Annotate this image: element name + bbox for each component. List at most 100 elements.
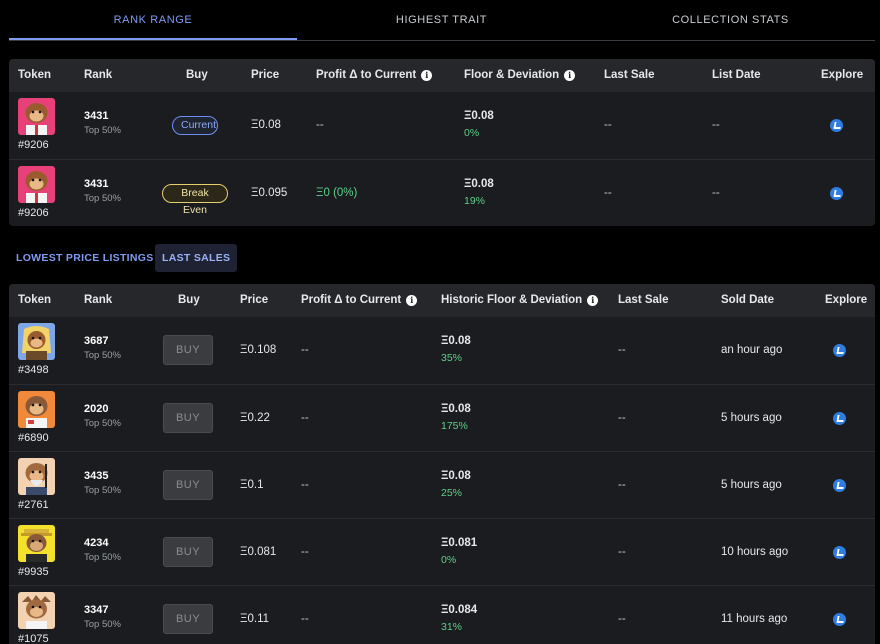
info-icon[interactable]: i [421, 69, 433, 81]
floor-deviation: 25% [441, 487, 463, 499]
historic-floor: Ξ0.084 [441, 604, 478, 616]
buy-button[interactable]: BUY [163, 470, 213, 500]
historic-floor: Ξ0.08 [441, 470, 471, 482]
table-row: #9935 4234 Top 50% BUY Ξ0.081 -- Ξ0.081 … [9, 518, 875, 585]
buy-button[interactable]: BUY [163, 403, 213, 433]
col-last-sale: Last Sale [618, 294, 669, 306]
main-tabs: RANK RANGE HIGHEST TRAIT COLLECTION STAT… [9, 0, 875, 41]
list-date: -- [712, 119, 720, 131]
token-avatar[interactable] [18, 166, 55, 203]
sold-date: 5 hours ago [721, 412, 782, 424]
col-historic-floor: Historic Floor & Deviation i [441, 294, 599, 306]
tab-lowest-price-listings[interactable]: LOWEST PRICE LISTINGS [9, 244, 161, 272]
col-profit-label: Profit Δ to Current [316, 69, 417, 81]
col-rank: Rank [84, 69, 113, 81]
token-id[interactable]: #9935 [18, 566, 49, 578]
profit: -- [301, 546, 309, 558]
floor-deviation: 0% [464, 127, 480, 139]
rank-percentile: Top 50% [84, 193, 121, 204]
token-id[interactable]: #6890 [18, 432, 49, 444]
floor-price: Ξ0.08 [464, 178, 494, 190]
sold-date: 11 hours ago [721, 613, 788, 625]
opensea-icon[interactable] [830, 119, 843, 132]
rank-range-table: Token Rank Buy Price Profit Δ to Current… [9, 59, 875, 226]
historic-floor: Ξ0.08 [441, 335, 471, 347]
last-sale: -- [618, 344, 626, 356]
token-avatar[interactable] [18, 592, 55, 629]
sold-date: 5 hours ago [721, 479, 782, 491]
token-id[interactable]: #9206 [18, 139, 49, 151]
col-profit: Profit Δ to Current i [301, 294, 418, 306]
opensea-icon[interactable] [830, 187, 843, 200]
opensea-icon[interactable] [833, 479, 846, 492]
table-header: Token Rank Buy Price Profit Δ to Current… [9, 59, 875, 92]
rank-value: 3431 [84, 178, 109, 190]
col-list-date: List Date [712, 69, 761, 81]
rank-value: 4234 [84, 537, 109, 549]
token-avatar[interactable] [18, 323, 55, 360]
col-floor-label: Floor & Deviation [464, 69, 560, 81]
sold-date: an hour ago [721, 344, 783, 356]
buy-button[interactable]: BUY [163, 537, 213, 567]
rank-percentile: Top 50% [84, 552, 121, 563]
price: Ξ0.08 [251, 119, 281, 131]
info-icon[interactable]: i [406, 294, 418, 306]
break-even-badge: Break Even [162, 184, 228, 216]
profit: -- [301, 344, 309, 356]
opensea-icon[interactable] [833, 344, 846, 357]
rank-value: 2020 [84, 403, 109, 415]
rank-value: 3687 [84, 335, 109, 347]
rank-value: 3347 [84, 604, 109, 616]
historic-floor: Ξ0.08 [441, 403, 471, 415]
token-id[interactable]: #1075 [18, 633, 49, 644]
profit: -- [301, 613, 309, 625]
table-row: #9206 3431 Top 50% Break Even Ξ0.095 Ξ0 … [9, 159, 875, 226]
info-icon[interactable]: i [587, 294, 599, 306]
col-last-sale: Last Sale [604, 69, 655, 81]
profit: Ξ0 (0%) [316, 187, 358, 199]
last-sale: -- [618, 412, 626, 424]
rank-value: 3435 [84, 470, 109, 482]
rank-percentile: Top 50% [84, 485, 121, 496]
token-avatar[interactable] [18, 391, 55, 428]
profit: -- [316, 119, 324, 131]
opensea-icon[interactable] [833, 412, 846, 425]
rank-percentile: Top 50% [84, 125, 121, 136]
list-date: -- [712, 187, 720, 199]
buy-button[interactable]: BUY [163, 335, 213, 365]
col-price: Price [240, 294, 269, 306]
token-avatar[interactable] [18, 98, 55, 135]
col-profit: Profit Δ to Current i [316, 69, 433, 81]
col-buy: Buy [178, 294, 200, 306]
price: Ξ0.081 [240, 546, 277, 558]
token-avatar[interactable] [18, 525, 55, 562]
opensea-icon[interactable] [833, 613, 846, 626]
tab-collection-stats[interactable]: COLLECTION STATS [586, 14, 875, 26]
floor-deviation: 0% [441, 554, 457, 566]
buy-button[interactable]: BUY [163, 604, 213, 634]
floor-deviation: 19% [464, 195, 486, 207]
col-explore: Explore [821, 69, 864, 81]
last-sale: -- [618, 613, 626, 625]
table-row: #3498 3687 Top 50% BUY Ξ0.108 -- Ξ0.08 3… [9, 317, 875, 384]
last-sale: -- [604, 119, 612, 131]
table-row: #1075 3347 Top 50% BUY Ξ0.11 -- Ξ0.084 3… [9, 585, 875, 644]
table-row: #2761 3435 Top 50% BUY Ξ0.1 -- Ξ0.08 25%… [9, 451, 875, 518]
info-icon[interactable]: i [564, 69, 576, 81]
col-token: Token [18, 69, 52, 81]
table-header: Token Rank Buy Price Profit Δ to Current… [9, 284, 875, 317]
opensea-icon[interactable] [833, 546, 846, 559]
tab-highest-trait[interactable]: HIGHEST TRAIT [297, 14, 586, 26]
price: Ξ0.108 [240, 344, 277, 356]
tab-last-sales[interactable]: LAST SALES [155, 244, 238, 272]
col-sold-date: Sold Date [721, 294, 775, 306]
token-avatar[interactable] [18, 458, 55, 495]
col-floor: Floor & Deviation i [464, 69, 576, 81]
token-id[interactable]: #2761 [18, 499, 49, 511]
token-id[interactable]: #9206 [18, 207, 49, 219]
token-id[interactable]: #3498 [18, 364, 49, 376]
col-buy: Buy [186, 69, 208, 81]
tab-rank-range[interactable]: RANK RANGE [9, 14, 297, 26]
sold-date: 10 hours ago [721, 546, 789, 558]
historic-floor: Ξ0.081 [441, 537, 478, 549]
